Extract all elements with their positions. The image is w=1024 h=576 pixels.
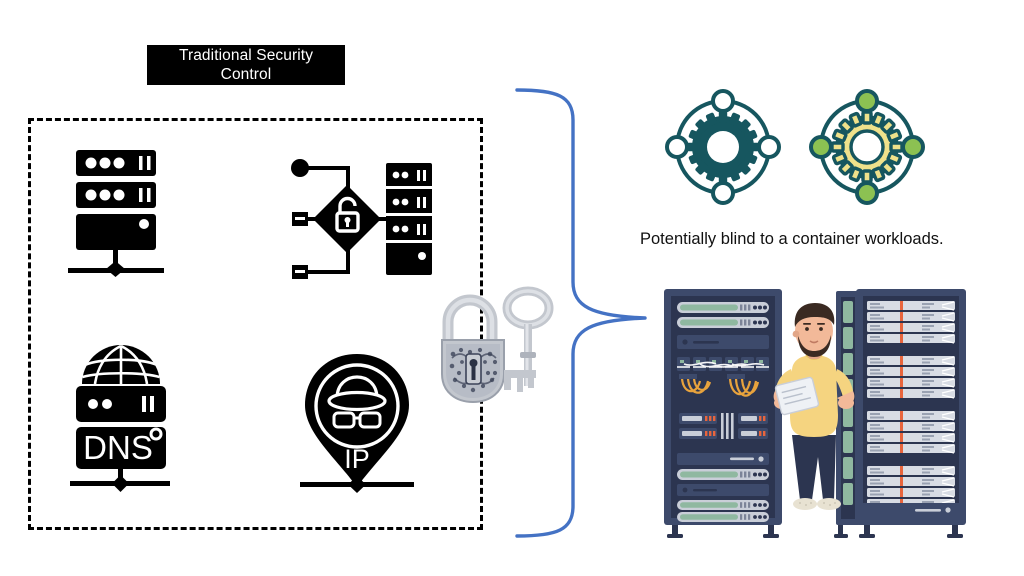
figure-canvas: Traditional Security Control DNS IP Pote… bbox=[0, 0, 1024, 576]
page-title: Traditional Security Control bbox=[147, 45, 345, 85]
datacenter-racks-technician-illustration bbox=[660, 285, 970, 540]
curly-brace-connector bbox=[495, 86, 655, 538]
server-stack-icon bbox=[64, 148, 182, 283]
rack-left bbox=[664, 289, 782, 538]
svg-text:DNS: DNS bbox=[83, 429, 153, 466]
container-gear-dark-icon bbox=[664, 88, 782, 206]
firewall-lock-icon bbox=[286, 155, 434, 285]
page-title-text: Traditional Security Control bbox=[178, 47, 314, 83]
dns-server-icon: DNS bbox=[64, 340, 186, 493]
ip-anonymity-pin-icon: IP bbox=[296, 350, 426, 498]
svg-text:IP: IP bbox=[344, 444, 370, 474]
caption-text: Potentially blind to a container workloa… bbox=[640, 230, 944, 248]
rack-right bbox=[856, 289, 966, 538]
container-gear-light-icon bbox=[808, 88, 926, 206]
